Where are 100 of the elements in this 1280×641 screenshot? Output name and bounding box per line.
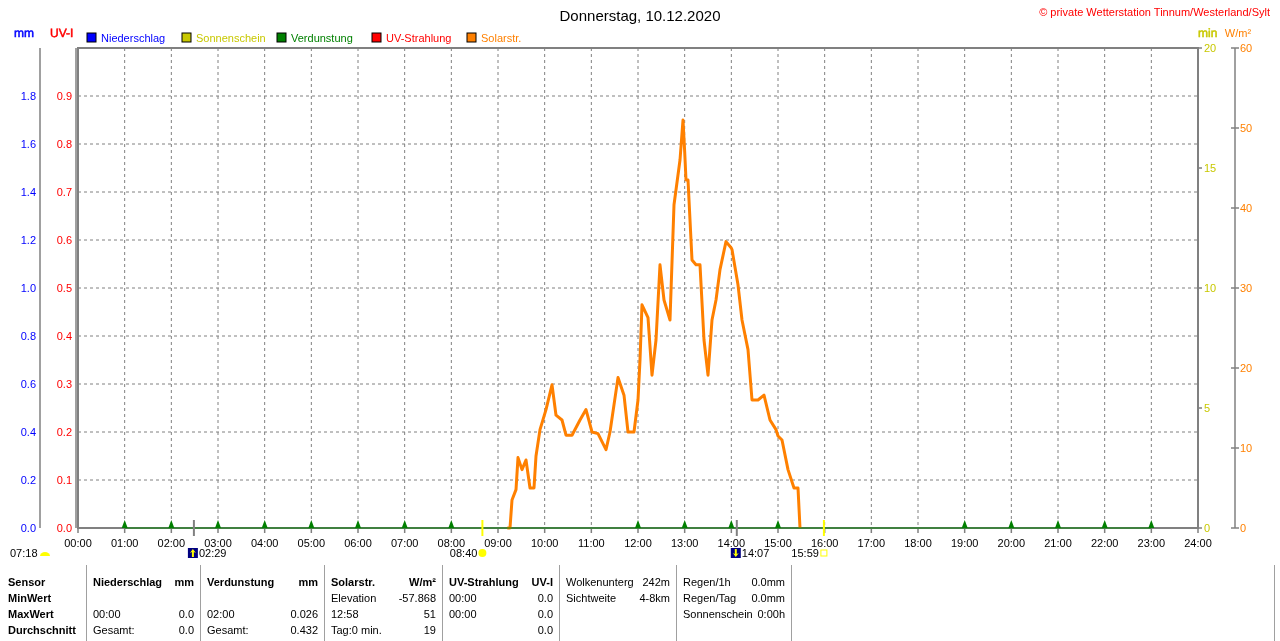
table-cell-text: 0.0mm [751, 591, 785, 606]
table-cell-text: 00:00 [93, 607, 121, 622]
square-marker-icon [820, 549, 828, 557]
axis-tick-label: 19:00 [950, 537, 979, 549]
sun-icon [478, 549, 487, 557]
axis-tick-label: 0.0 [20, 522, 36, 534]
table-cell-text: Regen/Tag [683, 591, 737, 606]
axis-tick-label: 05:00 [297, 537, 326, 549]
table-cell-text: 51 [423, 607, 436, 622]
axis-tick-label: 21:00 [1044, 537, 1072, 549]
table-cell-text: Elevation [331, 591, 377, 606]
section-unit: UV-I [531, 575, 553, 590]
axis-tick-label: 02:00 [157, 537, 186, 549]
axis-tick-label: 0.8 [20, 330, 36, 342]
legend-label: UV-Strahlung [386, 32, 452, 44]
axis-tick-label: 0.1 [56, 474, 72, 486]
axis-unit: UV-I [50, 26, 74, 40]
axis-tick-label: 01:00 [110, 537, 139, 549]
event-time: 14:07 [741, 547, 770, 559]
table-cell-text: -57.868 [398, 591, 436, 606]
axis-tick-label: 0.2 [20, 474, 36, 486]
half-sun-icon [40, 552, 50, 556]
row-label: Sensor [8, 575, 47, 590]
axis-tick-label: 15:00 [764, 537, 792, 549]
axis-tick-label: 10:00 [530, 537, 559, 549]
table-cell-text: 0.432 [290, 623, 318, 638]
axis-tick-label: 50 [1240, 122, 1253, 134]
table-cell-text: 0.0 [178, 607, 194, 622]
section-title: UV-Strahlung [449, 575, 519, 590]
table-cell-text: 00:00 [449, 607, 477, 622]
table-cell-text: 0:00h [757, 607, 785, 622]
table-cell-text: 0.0 [178, 623, 194, 638]
axis-tick-label: 08:00 [437, 537, 466, 549]
axis-tick-label: 18:00 [904, 537, 932, 549]
axis-tick-label: 60 [1240, 42, 1253, 54]
axis-tick-label: 20 [1204, 42, 1217, 54]
axis-unit: min [1198, 26, 1218, 40]
table-cell-text: 0.0mm [751, 575, 785, 590]
legend-label: Sonnenschein [196, 32, 266, 44]
axis-tick-label: 14:00 [717, 537, 746, 549]
axis-tick-label: 17:00 [857, 537, 886, 549]
table-cell-text: 0.0 [537, 591, 553, 606]
axis-tick-label: 13:00 [670, 537, 699, 549]
legend-label: Solarstr. [481, 32, 522, 44]
table-cell-text: Gesamt: [93, 623, 135, 638]
table-cell-text: 4-8km [639, 591, 670, 606]
axis-tick-label: 0.7 [56, 186, 72, 198]
axis-tick-label: 1.4 [20, 186, 36, 198]
table-cell-text: Regen/1h [683, 575, 731, 590]
axis-tick-label: 20:00 [997, 537, 1026, 549]
axis-tick-label: 11:00 [577, 537, 605, 549]
table-cell-text: 00:00 [449, 591, 477, 606]
event-time: 15:59 [791, 547, 819, 559]
legend-label: Verdunstung [291, 32, 353, 44]
legend-label: Niederschlag [101, 32, 166, 44]
table-cell-text: 0.026 [290, 607, 318, 622]
row-label: Durchschnitt [8, 623, 77, 638]
axis-tick-label: 24:00 [1184, 537, 1212, 549]
table-cell-text: Wolkenunterg [566, 575, 634, 590]
axis-tick-label: 1.2 [20, 234, 36, 246]
axis-tick-label: 0.3 [56, 378, 72, 390]
axis-tick-label: 03:00 [204, 537, 232, 549]
axis-tick-label: 12:00 [624, 537, 652, 549]
section-title: Niederschlag [93, 575, 163, 590]
copyright-note: © private Wetterstation Tinnum/Westerland/Sylt [1039, 6, 1270, 18]
axis-tick-label: 0.6 [56, 234, 72, 246]
axis-tick-label: 0.4 [20, 426, 36, 438]
chart-title: Donnerstag, 10.12.2020 [559, 7, 721, 24]
axis-tick-label: 0.8 [56, 138, 72, 150]
section-title: Solarstr. [331, 575, 376, 590]
axis-tick-label: 1.0 [20, 282, 36, 294]
table-cell-text: 242m [642, 575, 670, 590]
axis-tick-label: 20 [1240, 362, 1253, 374]
axis-tick-label: 0.4 [56, 330, 72, 342]
moon-icon [187, 548, 198, 558]
axis-tick-label: 09:00 [484, 537, 512, 549]
axis-tick-label: 0 [1240, 522, 1247, 534]
event-time: 07:18 [10, 547, 38, 559]
axis-tick-label: 22:00 [1090, 537, 1119, 549]
axis-tick-label: 5 [1204, 402, 1211, 414]
axis-tick-label: 40 [1240, 202, 1253, 214]
axis-tick-label: 30 [1240, 282, 1253, 294]
table-cell-text: Sichtweite [566, 591, 617, 606]
axis-tick-label: 07:00 [390, 537, 419, 549]
row-label: MinWert [8, 591, 53, 606]
table-cell-text: Sonnenschein [683, 607, 753, 622]
axis-tick-label: 16:00 [810, 537, 839, 549]
axis-tick-label: 23:00 [1137, 537, 1166, 549]
moon-icon [730, 548, 741, 558]
table-cell-text: 0.0 [537, 623, 553, 638]
section-unit: W/m² [409, 575, 436, 590]
axis-tick-label: 10 [1204, 282, 1217, 294]
table-cell-text: 12:58 [331, 607, 359, 622]
axis-tick-label: 1.8 [20, 90, 36, 102]
axis-tick-label: 0 [1204, 522, 1211, 534]
axis-tick-label: 15 [1204, 162, 1217, 174]
axis-tick-label: 0.0 [56, 522, 72, 534]
axis-tick-label: 0.6 [20, 378, 36, 390]
table-cell-text: 19 [423, 623, 436, 638]
table-cell-text: Tag:0 min. [331, 623, 382, 638]
